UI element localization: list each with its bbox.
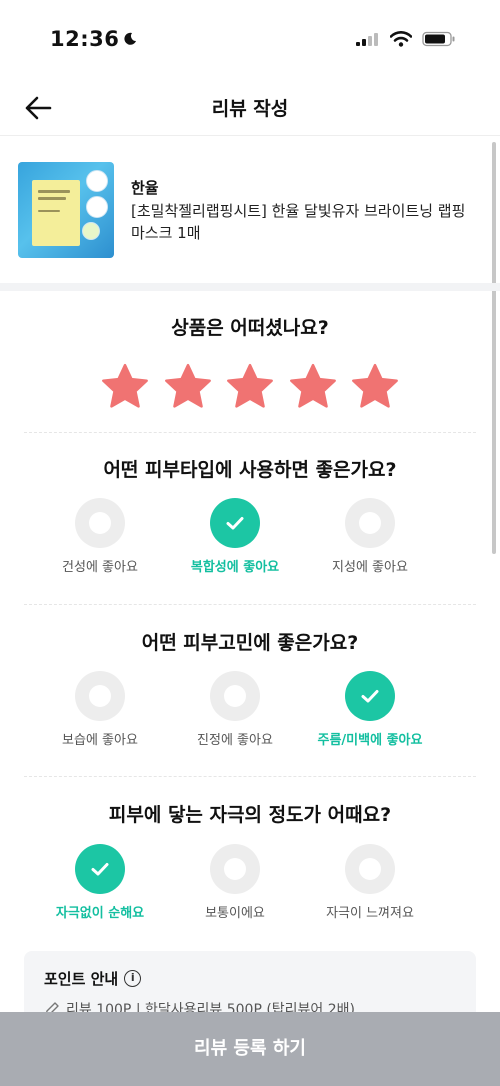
option-3-3[interactable]: 자극이 느껴져요: [295, 844, 445, 934]
skin-type-question: 어떤 피부타입에 사용하면 좋은가요?: [103, 459, 397, 481]
product-badge: [82, 222, 100, 240]
clock-text: 12:36: [50, 27, 120, 51]
check-circle-icon: [210, 498, 260, 548]
option-label: 복합성에 좋아요: [190, 560, 280, 575]
option-1-2[interactable]: 복합성에 좋아요: [160, 498, 310, 588]
header: 리뷰 작성: [0, 80, 500, 136]
option-label: 자극이 느껴져요: [326, 906, 414, 921]
status-icons: [356, 31, 456, 47]
option-label: 진정에 좋아요: [197, 733, 273, 748]
radio-circle-icon: [345, 844, 395, 894]
option-2-2[interactable]: 진정에 좋아요: [160, 671, 310, 761]
option-3-2[interactable]: 보통이에요: [160, 844, 310, 934]
option-label: 보통이에요: [205, 906, 265, 921]
irritation-options: 자극없이 순해요 보통이에요 자극이 느껴져요: [0, 844, 500, 934]
submit-review-button[interactable]: 리뷰 등록 하기: [0, 1012, 500, 1086]
option-3-1[interactable]: 자극없이 순해요: [25, 844, 175, 934]
check-circle-icon: [75, 844, 125, 894]
moon-icon: [124, 32, 137, 45]
irritation-question: 피부에 닿는 자극의 정도가 어때요?: [108, 804, 392, 826]
product-image: [18, 162, 114, 258]
battery-icon: [422, 31, 455, 47]
skin-concern-options: 보습에 좋아요 진정에 좋아요 주름/미백에 좋아요: [0, 671, 500, 761]
option-1-1[interactable]: 건성에 좋아요: [25, 498, 175, 588]
status-time: 12:36: [50, 27, 137, 51]
dashed-divider: [24, 604, 476, 605]
star-2[interactable]: [163, 362, 213, 412]
option-label: 건성에 좋아요: [62, 560, 138, 575]
option-2-3[interactable]: 주름/미백에 좋아요: [295, 671, 445, 761]
check-circle-icon: [345, 671, 395, 721]
radio-circle-icon: [345, 498, 395, 548]
points-title: 포인트 안내 i: [44, 968, 142, 989]
product-name: [초밀착젤리랩핑시트] 한율 달빛유자 브라이트닝 랩핑 마스크 1매: [131, 202, 466, 242]
option-label: 주름/미백에 좋아요: [317, 733, 423, 748]
section-divider: [0, 283, 500, 291]
product-badge: [86, 196, 108, 218]
star-5[interactable]: [350, 362, 400, 412]
cellular-signal-icon: [356, 33, 378, 46]
star-1[interactable]: [100, 362, 150, 412]
option-1-3[interactable]: 지성에 좋아요: [295, 498, 445, 588]
status-bar: 12:36: [0, 0, 500, 80]
option-label: 자극없이 순해요: [55, 906, 145, 921]
radio-circle-icon: [75, 498, 125, 548]
rating-question: 상품은 어떠셨나요?: [171, 317, 329, 339]
page-title: 리뷰 작성: [211, 98, 289, 120]
radio-circle-icon: [210, 844, 260, 894]
star-3[interactable]: [225, 362, 275, 412]
check-icon: [361, 690, 379, 703]
option-label: 지성에 좋아요: [332, 560, 408, 575]
product-brand: 한율: [131, 179, 159, 197]
dashed-divider: [24, 432, 476, 433]
option-2-1[interactable]: 보습에 좋아요: [25, 671, 175, 761]
dashed-divider: [24, 776, 476, 777]
star-rating: [100, 362, 400, 416]
option-label: 보습에 좋아요: [62, 733, 138, 748]
radio-circle-icon: [75, 671, 125, 721]
product-badge: [86, 170, 108, 192]
check-icon: [91, 863, 109, 876]
skin-type-options: 건성에 좋아요 복합성에 좋아요 지성에 좋아요: [0, 498, 500, 588]
radio-circle-icon: [210, 671, 260, 721]
points-title-text: 포인트 안내: [44, 970, 119, 988]
check-icon: [226, 517, 244, 530]
skin-concern-question: 어떤 피부고민에 좋은가요?: [141, 632, 359, 654]
info-icon[interactable]: i: [124, 970, 142, 987]
wifi-icon: [390, 31, 412, 47]
product-package: [32, 180, 80, 246]
star-4[interactable]: [288, 362, 338, 412]
